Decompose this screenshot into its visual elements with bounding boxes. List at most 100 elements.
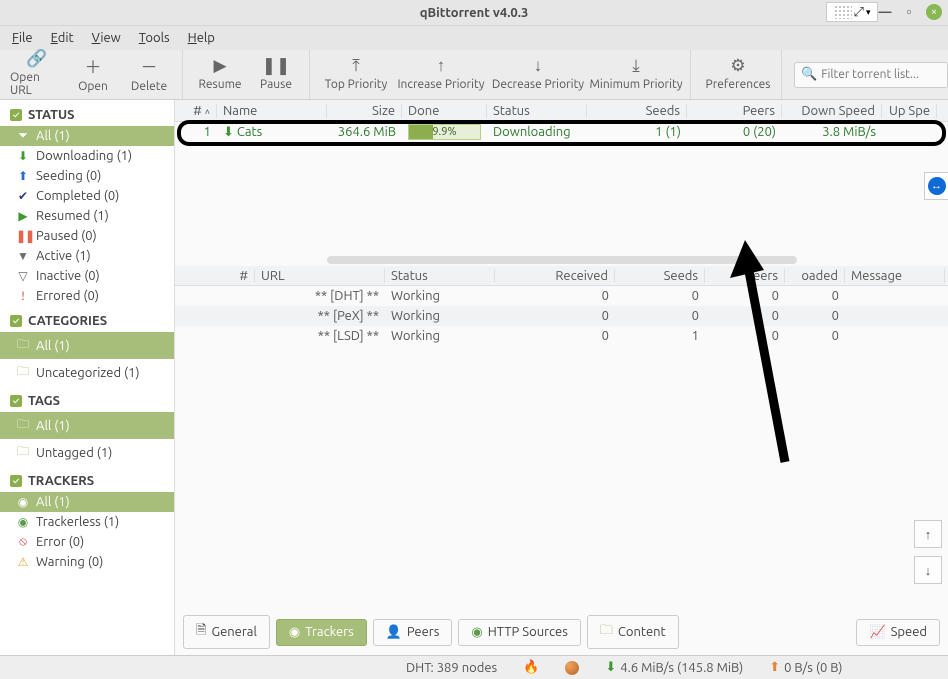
paused-icon: ❚❚ bbox=[16, 229, 30, 243]
pause-button[interactable]: ❚❚Pause bbox=[249, 50, 303, 96]
globe-icon bbox=[565, 661, 579, 675]
menubar: File Edit View Tools Help bbox=[0, 26, 948, 50]
check-icon: ✓ bbox=[10, 395, 22, 407]
upload-icon: ⬆ bbox=[769, 660, 780, 675]
check-icon: ✓ bbox=[10, 109, 22, 121]
all-icon: ⏷ bbox=[16, 129, 30, 143]
open-button[interactable]: ＋Open bbox=[66, 50, 120, 96]
menu-file[interactable]: File bbox=[12, 31, 33, 45]
maximize-button[interactable]: ▫ bbox=[902, 5, 916, 19]
sb-globe[interactable] bbox=[565, 661, 579, 675]
network-icon: ◉ bbox=[289, 625, 300, 640]
tracker-row[interactable]: ** [PeX] **Working0000 bbox=[175, 306, 948, 326]
minimize-button[interactable]: — bbox=[878, 5, 892, 19]
sb-down[interactable]: ⬇4.6 MiB/s (145.8 MiB) bbox=[605, 660, 743, 675]
detail-tabs: 🗎General ◉Trackers 👤Peers ◉HTTP Sources … bbox=[175, 609, 948, 655]
status-all[interactable]: ⏷All (1) bbox=[0, 126, 174, 146]
trackers-warning[interactable]: ⚠Warning (0) bbox=[0, 552, 174, 572]
categories-header[interactable]: ✓CATEGORIES bbox=[0, 310, 174, 332]
tab-trackers[interactable]: ◉Trackers bbox=[276, 619, 367, 646]
titlebar: qBittorrent v4.0.3 ⤢ ▾ — ▫ × bbox=[0, 0, 948, 26]
status-downloading[interactable]: ⬇Downloading (1) bbox=[0, 146, 174, 166]
search-icon: 🔍 bbox=[801, 67, 817, 82]
teamviewer-tab[interactable]: ↔ bbox=[924, 172, 948, 200]
sb-up[interactable]: ⬆0 B/s (0 B) bbox=[769, 660, 842, 675]
tab-speed[interactable]: 📈Speed bbox=[856, 619, 940, 646]
status-inactive[interactable]: ▽Inactive (0) bbox=[0, 266, 174, 286]
preferences-button[interactable]: ⚙Preferences bbox=[701, 50, 775, 96]
horizontal-scrollbar[interactable] bbox=[175, 254, 948, 266]
sb-firewall[interactable]: 🔥 bbox=[523, 660, 539, 675]
open-url-button[interactable]: 🔗Open URL bbox=[10, 50, 64, 96]
tab-content[interactable]: 🗀Content bbox=[587, 615, 679, 649]
torrent-row[interactable]: 1 ⬇ Cats 364.6 MiB 9.9% Downloading 1 (1… bbox=[175, 122, 948, 142]
tab-general[interactable]: 🗎General bbox=[183, 615, 270, 649]
categories-uncat[interactable]: 🗀Uncategorized (1) bbox=[0, 359, 174, 386]
user-icon: 👤 bbox=[386, 625, 402, 640]
search-input[interactable] bbox=[821, 68, 941, 81]
status-completed[interactable]: ✔Completed (0) bbox=[0, 186, 174, 206]
trackers-table-header[interactable]: # URL Status Received Seeds Peers oaded … bbox=[175, 266, 948, 286]
folder-icon: 🗀 bbox=[16, 442, 30, 463]
minimum-priority-button[interactable]: ⤓Minimum Priority bbox=[588, 50, 684, 96]
folder-icon: 🗀 bbox=[600, 621, 613, 643]
network-icon: ◉ bbox=[16, 515, 30, 529]
status-active[interactable]: ▼Active (1) bbox=[0, 246, 174, 266]
status-errored[interactable]: !Errored (0) bbox=[0, 286, 174, 306]
status-paused[interactable]: ❚❚Paused (0) bbox=[0, 226, 174, 246]
move-up-button[interactable]: ↑ bbox=[914, 520, 942, 548]
error-icon: ! bbox=[16, 290, 30, 303]
tags-all[interactable]: 🗀All (1) bbox=[0, 412, 174, 439]
categories-all[interactable]: 🗀All (1) bbox=[0, 332, 174, 359]
folder-icon: 🗀 bbox=[16, 415, 30, 436]
statusbar: DHT: 389 nodes 🔥 ⬇4.6 MiB/s (145.8 MiB) … bbox=[0, 655, 948, 679]
dropdown-icon: ▾ bbox=[866, 7, 871, 18]
warning-icon: ⚠ bbox=[16, 555, 30, 569]
document-icon: 🗎 bbox=[196, 621, 206, 643]
trackers-header[interactable]: ✓TRACKERS bbox=[0, 470, 174, 492]
delete-button[interactable]: －Delete bbox=[122, 50, 176, 96]
tracker-row[interactable]: ** [DHT] **Working0000 bbox=[175, 286, 948, 306]
grid-icon bbox=[834, 5, 852, 19]
close-button[interactable]: × bbox=[926, 4, 942, 20]
decrease-priority-button[interactable]: ↓Decrease Priority bbox=[490, 50, 586, 96]
menu-view[interactable]: View bbox=[92, 31, 121, 45]
tags-untagged[interactable]: 🗀Untagged (1) bbox=[0, 439, 174, 466]
trackers-error[interactable]: ⦸Error (0) bbox=[0, 532, 174, 552]
upload-icon: ⬆ bbox=[16, 169, 30, 183]
tab-http-sources[interactable]: ◉HTTP Sources bbox=[458, 619, 581, 646]
firewall-icon: 🔥 bbox=[523, 660, 539, 675]
cell-status: Downloading bbox=[487, 125, 587, 139]
folder-icon: 🗀 bbox=[16, 335, 30, 356]
sidebar: ✓STATUS ⏷All (1) ⬇Downloading (1) ⬆Seedi… bbox=[0, 100, 175, 655]
tags-header[interactable]: ✓TAGS bbox=[0, 390, 174, 412]
down-icon: ↓ bbox=[534, 56, 543, 76]
play-icon: ▶ bbox=[16, 209, 30, 223]
check-icon: ✓ bbox=[10, 315, 22, 327]
top-icon: ⤒ bbox=[352, 56, 360, 76]
increase-priority-button[interactable]: ↑Increase Priority bbox=[394, 50, 488, 96]
search-box[interactable]: 🔍 bbox=[794, 62, 948, 88]
sort-icon: ˄ bbox=[205, 107, 210, 117]
tab-peers[interactable]: 👤Peers bbox=[373, 619, 453, 646]
gear-icon: ⚙ bbox=[730, 56, 745, 76]
trackers-all[interactable]: ◉All (1) bbox=[0, 492, 174, 512]
status-seeding[interactable]: ⬆Seeding (0) bbox=[0, 166, 174, 186]
folder-icon: 🗀 bbox=[16, 362, 30, 383]
top-priority-button[interactable]: ⤒Top Priority bbox=[320, 50, 392, 96]
menu-tools[interactable]: Tools bbox=[139, 31, 170, 45]
resume-button[interactable]: ▶Resume bbox=[193, 50, 247, 96]
expand-widget[interactable]: ⤢ ▾ bbox=[826, 2, 878, 22]
menu-edit[interactable]: Edit bbox=[51, 31, 74, 45]
torrent-table-header[interactable]: # ˄ Name Size Done Status Seeds Peers Do… bbox=[175, 100, 948, 122]
link-icon: 🔗 bbox=[26, 49, 47, 69]
trackers-trackerless[interactable]: ◉Trackerless (1) bbox=[0, 512, 174, 532]
error-icon: ⦸ bbox=[16, 535, 30, 549]
menu-help[interactable]: Help bbox=[188, 31, 215, 45]
status-resumed[interactable]: ▶Resumed (1) bbox=[0, 206, 174, 226]
move-down-button[interactable]: ↓ bbox=[914, 556, 942, 584]
tracker-row[interactable]: ** [LSD] **Working0100 bbox=[175, 326, 948, 346]
status-header[interactable]: ✓STATUS bbox=[0, 104, 174, 126]
chart-icon: 📈 bbox=[869, 625, 885, 640]
cell-seeds: 1 (1) bbox=[587, 125, 687, 139]
